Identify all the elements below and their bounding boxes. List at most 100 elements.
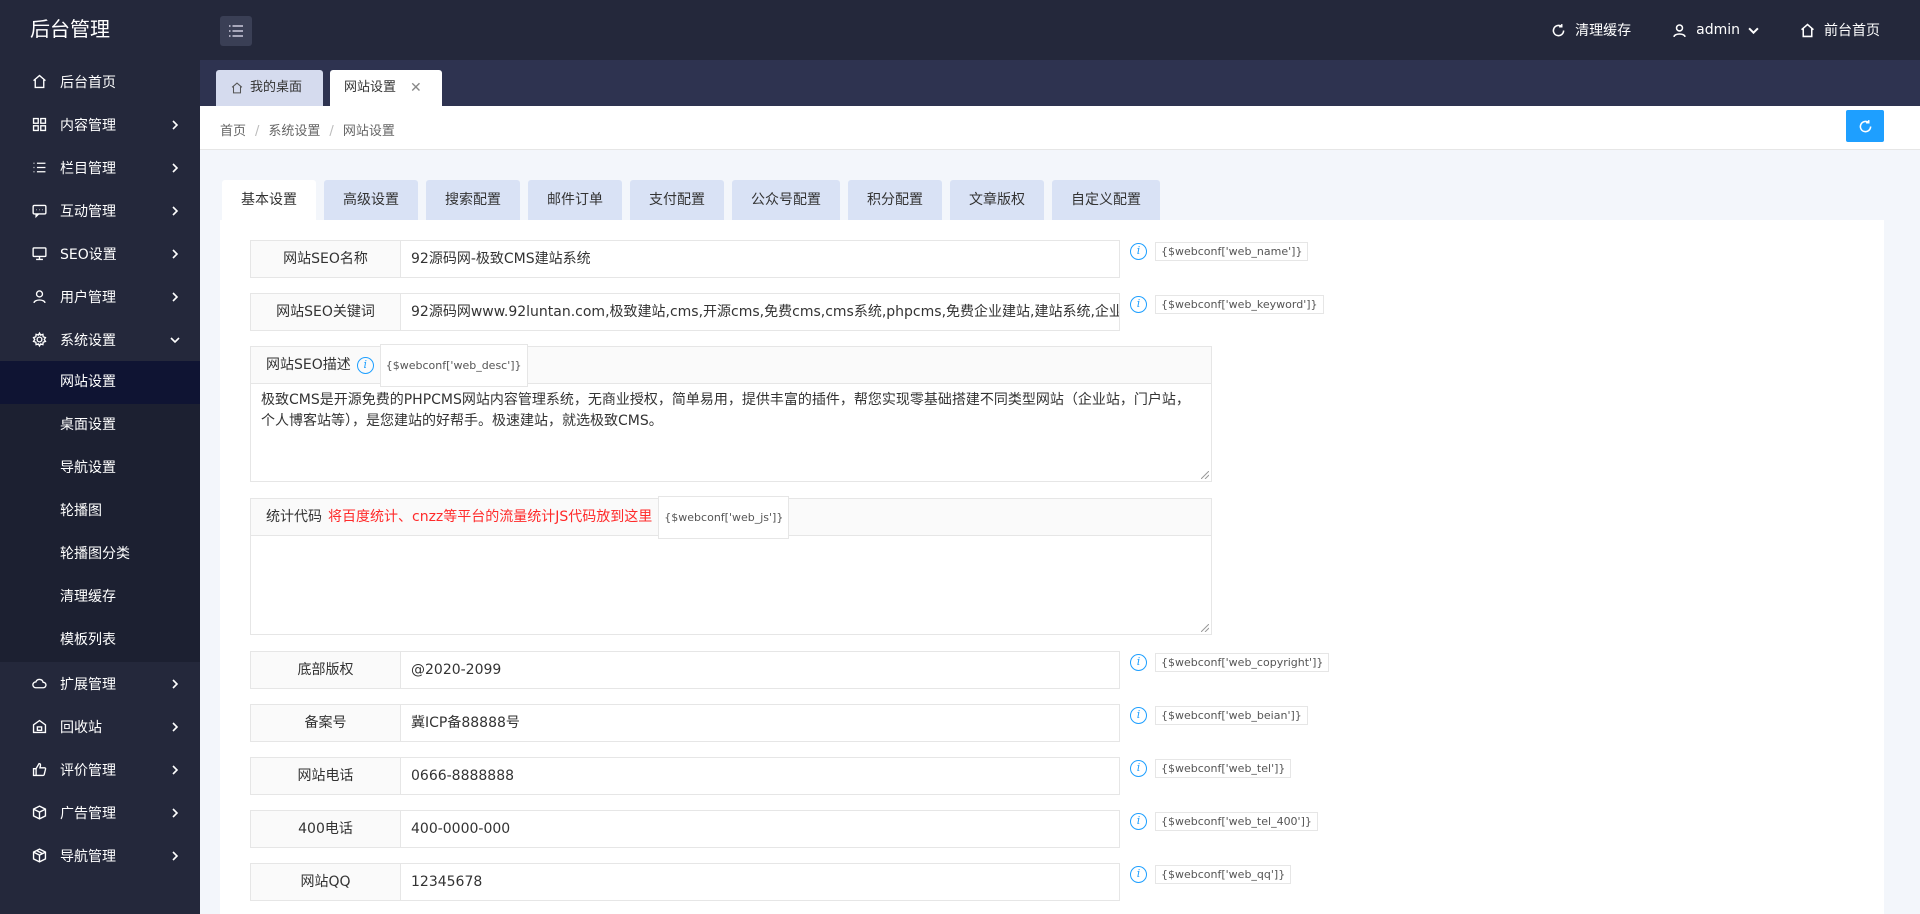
- form-row-seo-name: 网站SEO名称 92源码网-极致CMS建站系统 i {$webconf['web…: [250, 240, 1309, 278]
- user-name: admin: [1696, 22, 1740, 38]
- clear-cache-button[interactable]: 清理缓存: [1550, 20, 1631, 40]
- sidebar-sub-clear-cache[interactable]: 清理缓存: [0, 576, 200, 619]
- copyright-input[interactable]: @2020-2099: [400, 651, 1120, 689]
- info-icon[interactable]: i: [1130, 866, 1147, 883]
- tab-search-config[interactable]: 搜索配置: [426, 180, 520, 220]
- sidebar-item-content[interactable]: 内容管理: [0, 103, 200, 146]
- chevron-down-icon: [1748, 27, 1759, 34]
- tel-400-input[interactable]: 400-0000-000: [400, 810, 1120, 848]
- box-icon: [30, 847, 48, 865]
- field-hint: i {$webconf['web_tel']}: [1130, 759, 1292, 778]
- info-icon[interactable]: i: [1130, 813, 1147, 830]
- chevron-right-icon: [170, 677, 180, 689]
- info-icon[interactable]: i: [1130, 654, 1147, 671]
- sidebar-item-users[interactable]: 用户管理: [0, 275, 200, 318]
- template-tag: {$webconf['web_name']}: [1155, 242, 1309, 261]
- brand-title: 后台管理: [30, 17, 110, 41]
- seo-name-input[interactable]: 92源码网-极致CMS建站系统: [400, 240, 1120, 278]
- chevron-right-icon: [170, 161, 180, 173]
- template-tag: {$webconf['web_beian']}: [1155, 706, 1308, 725]
- breadcrumb-system[interactable]: 系统设置: [268, 124, 320, 139]
- template-tag: {$webconf['web_desc']}: [379, 343, 528, 387]
- template-tag: {$webconf['web_tel_400']}: [1155, 812, 1318, 831]
- front-home-link[interactable]: 前台首页: [1799, 20, 1880, 40]
- info-icon[interactable]: i: [1130, 296, 1147, 313]
- sidebar-sub-carousel-category[interactable]: 轮播图分类: [0, 533, 200, 576]
- settings-form-panel: 网站SEO名称 92源码网-极致CMS建站系统 i {$webconf['web…: [220, 220, 1884, 914]
- breadcrumb-home[interactable]: 首页: [220, 124, 246, 139]
- template-tag: {$webconf['web_copyright']}: [1155, 653, 1330, 672]
- field-label: 统计代码: [266, 508, 322, 525]
- cloud-icon: [30, 675, 48, 693]
- list-icon: [30, 159, 48, 177]
- tab-basic-settings[interactable]: 基本设置: [222, 180, 316, 220]
- resize-handle-icon[interactable]: [1201, 471, 1209, 479]
- thumb-up-icon: [30, 761, 48, 779]
- field-label: 网站电话: [250, 757, 400, 795]
- sidebar-item-extensions[interactable]: 扩展管理: [0, 662, 200, 705]
- sidebar-item-recycle-bin[interactable]: 回收站: [0, 705, 200, 748]
- info-icon[interactable]: i: [1130, 243, 1147, 260]
- breadcrumb: 首页 / 系统设置 / 网站设置: [220, 120, 395, 139]
- chevron-right-icon: [170, 247, 180, 259]
- sidebar-item-label: 栏目管理: [60, 160, 116, 177]
- sidebar-item-interaction[interactable]: 互动管理: [0, 189, 200, 232]
- user-menu[interactable]: admin: [1671, 22, 1759, 39]
- seo-keyword-input[interactable]: 92源码网www.92luntan.com,极致建站,cms,开源cms,免费c…: [400, 293, 1120, 331]
- sidebar-sub-nav-settings[interactable]: 导航设置: [0, 447, 200, 490]
- sidebar-item-label: 用户管理: [60, 289, 116, 306]
- sidebar-item-label: 导航管理: [60, 848, 116, 865]
- resize-handle-icon[interactable]: [1201, 624, 1209, 632]
- chevron-right-icon: [170, 849, 180, 861]
- field-label: 400电话: [250, 810, 400, 848]
- tab-payment-config[interactable]: 支付配置: [630, 180, 724, 220]
- info-icon[interactable]: i: [1130, 760, 1147, 777]
- field-hint: i {$webconf['web_copyright']}: [1130, 653, 1330, 672]
- tab-points-config[interactable]: 积分配置: [848, 180, 942, 220]
- sidebar-item-columns[interactable]: 栏目管理: [0, 146, 200, 189]
- sidebar-sub-template-list[interactable]: 模板列表: [0, 619, 200, 662]
- chat-icon: [30, 202, 48, 220]
- template-tag: {$webconf['web_tel']}: [1155, 759, 1292, 778]
- header-actions: 清理缓存 admin 前台首页: [1550, 0, 1880, 60]
- tab-advanced-settings[interactable]: 高级设置: [324, 180, 418, 220]
- sidebar-item-reviews[interactable]: 评价管理: [0, 748, 200, 791]
- seo-description-textarea[interactable]: 极致CMS是开源免费的PHPCMS网站内容管理系统，无商业授权，简单易用，提供丰…: [251, 384, 1211, 481]
- form-row-tel-400: 400电话 400-0000-000 i {$webconf['web_tel_…: [250, 810, 1318, 848]
- sidebar-item-label: 扩展管理: [60, 676, 116, 693]
- chevron-right-icon: [170, 806, 180, 818]
- menu-toggle-button[interactable]: [220, 16, 252, 46]
- sidebar-item-ads[interactable]: 广告管理: [0, 791, 200, 834]
- close-icon[interactable]: ✕: [410, 71, 422, 105]
- info-icon[interactable]: i: [356, 356, 374, 374]
- form-row-seo-keyword: 网站SEO关键词 92源码网www.92luntan.com,极致建站,cms,…: [250, 293, 1324, 331]
- sidebar: 后台管理 后台首页 内容管理 栏目管理 互动管理 SEO设置 用户管理 系统设置…: [0, 0, 200, 914]
- sidebar-sub-carousel[interactable]: 轮播图: [0, 490, 200, 533]
- refresh-icon: [1859, 119, 1871, 132]
- tab-custom-config[interactable]: 自定义配置: [1052, 180, 1160, 220]
- template-tag: {$webconf['web_js']}: [658, 495, 790, 539]
- sidebar-item-home[interactable]: 后台首页: [0, 60, 200, 103]
- sidebar-item-system[interactable]: 系统设置: [0, 318, 200, 361]
- tab-mail-order[interactable]: 邮件订单: [528, 180, 622, 220]
- refresh-button[interactable]: [1846, 110, 1884, 142]
- tab-wechat-config[interactable]: 公众号配置: [732, 180, 840, 220]
- qq-input[interactable]: 12345678: [400, 863, 1120, 901]
- home-icon: [1801, 23, 1814, 37]
- sidebar-sub-website-settings[interactable]: 网站设置: [0, 361, 200, 404]
- sidebar-item-seo[interactable]: SEO设置: [0, 232, 200, 275]
- beian-input[interactable]: 冀ICP备88888号: [400, 704, 1120, 742]
- sidebar-item-navigation[interactable]: 导航管理: [0, 834, 200, 877]
- tab-article-copyright[interactable]: 文章版权: [950, 180, 1044, 220]
- sidebar-item-label: 广告管理: [60, 805, 116, 822]
- stats-code-textarea[interactable]: [251, 536, 1211, 634]
- info-icon[interactable]: i: [1130, 707, 1147, 724]
- chevron-right-icon: [170, 290, 180, 302]
- tab-website-settings[interactable]: 网站设置 ✕: [330, 70, 442, 106]
- tab-my-desktop[interactable]: 我的桌面: [216, 70, 323, 106]
- field-label: 底部版权: [250, 651, 400, 689]
- field-label: 网站SEO描述: [266, 356, 351, 373]
- chevron-right-icon: [170, 720, 180, 732]
- sidebar-sub-desktop-settings[interactable]: 桌面设置: [0, 404, 200, 447]
- tel-input[interactable]: 0666-8888888: [400, 757, 1120, 795]
